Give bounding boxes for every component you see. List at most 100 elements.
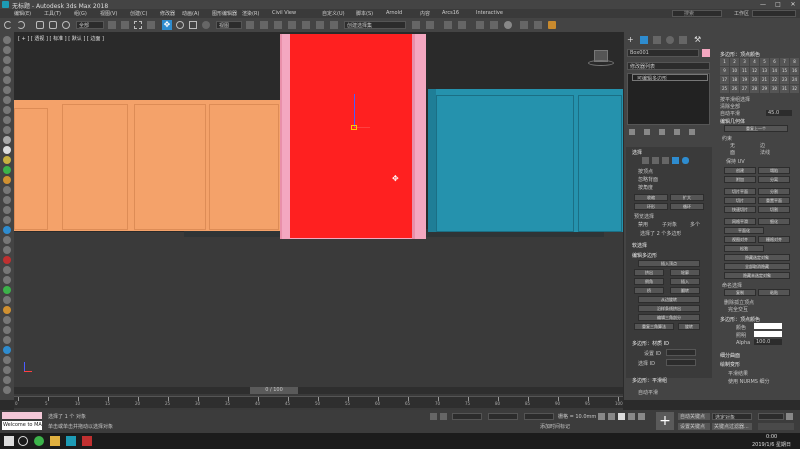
view-align-button[interactable]: 视图对齐: [724, 236, 756, 243]
align-icon[interactable]: [426, 21, 434, 29]
move-icon[interactable]: ✥: [162, 20, 172, 30]
smoothing-group-button[interactable]: 27: [740, 85, 749, 93]
left-tool-icon[interactable]: [3, 126, 11, 134]
left-tool-icon[interactable]: [3, 276, 11, 284]
search-taskbar-icon[interactable]: [18, 436, 28, 446]
smoothing-group-button[interactable]: 10: [730, 67, 739, 75]
slice-plane-button[interactable]: 切片平面: [724, 188, 756, 195]
bevel-button[interactable]: 倒角: [634, 278, 664, 285]
menu-item-4[interactable]: 创建(C): [130, 10, 147, 17]
smoothing-group-button[interactable]: 17: [720, 76, 729, 84]
copy-button[interactable]: 复制: [724, 289, 756, 296]
turn-button[interactable]: 旋转: [678, 323, 700, 330]
edit-polygons-header[interactable]: 编辑多边形: [632, 252, 657, 259]
menu-item-7[interactable]: 图形编辑器: [212, 10, 237, 17]
smoothing-group-button[interactable]: 24: [790, 76, 799, 84]
workspace-label[interactable]: 工作区: [734, 10, 749, 17]
display-tab-icon[interactable]: [679, 36, 687, 44]
left-tool-icon[interactable]: [3, 356, 11, 364]
select-id-spinner[interactable]: [666, 359, 696, 366]
smoothing-group-button[interactable]: 22: [770, 76, 779, 84]
smoothing-groups-header[interactable]: 多边形：平滑组: [632, 377, 667, 384]
rotate-icon[interactable]: [176, 21, 184, 29]
smoothing-group-button[interactable]: 8: [790, 58, 799, 66]
smoothing-group-button[interactable]: 18: [730, 76, 739, 84]
left-tool-icon[interactable]: [3, 156, 11, 164]
loop-button[interactable]: 循环: [670, 203, 704, 210]
folder-icon[interactable]: [50, 436, 60, 446]
smoothing-group-button[interactable]: 5: [760, 58, 769, 66]
smoothing-group-button[interactable]: 6: [770, 58, 779, 66]
left-tool-icon[interactable]: [3, 86, 11, 94]
rendered-frame-icon[interactable]: [534, 21, 542, 29]
subdivision-surface-header[interactable]: 细分曲面: [720, 352, 740, 359]
set-key-button[interactable]: 设置关键点: [678, 423, 710, 430]
left-tool-icon[interactable]: [3, 96, 11, 104]
left-tool-icon[interactable]: [3, 206, 11, 214]
menu-item-9[interactable]: Civil View: [272, 10, 296, 16]
collapse-button[interactable]: 塌陷: [758, 167, 790, 174]
edge-mode-icon[interactable]: [652, 157, 659, 164]
y-coordinate-field[interactable]: [488, 413, 518, 420]
smoothing-group-button[interactable]: 13: [760, 67, 769, 75]
material-editor-icon[interactable]: [504, 21, 512, 29]
retriangulate-button[interactable]: 重复三角算法: [634, 323, 674, 330]
select-manipulate-icon[interactable]: [260, 21, 268, 29]
selection-filter-dropdown[interactable]: 全部: [76, 21, 104, 29]
vertex-colors-header[interactable]: 多边形：顶点颜色: [720, 51, 760, 58]
pin-stack-icon[interactable]: [629, 129, 635, 135]
create-tab-icon[interactable]: +: [627, 36, 635, 44]
quickslice-button[interactable]: 快速切片: [724, 206, 756, 213]
smooth-result-checkbox[interactable]: 平滑结果: [728, 370, 748, 377]
left-tool-icon[interactable]: [3, 146, 11, 154]
left-tool-icon[interactable]: [3, 246, 11, 254]
auto-smooth-label-right[interactable]: 自动平滑: [720, 110, 740, 117]
remove-modifier-icon[interactable]: [674, 129, 680, 135]
hide-selected-button[interactable]: 隐藏选定对象: [724, 254, 790, 261]
select-by-sg-label[interactable]: 按平滑组选择: [720, 96, 750, 103]
key-filters-button[interactable]: 关键点过滤器...: [712, 423, 752, 430]
window-crossing-icon[interactable]: [147, 21, 155, 29]
named-selection-dropdown[interactable]: 创建选择集: [344, 21, 406, 29]
border-mode-icon[interactable]: [662, 157, 669, 164]
left-tool-icon[interactable]: [3, 326, 11, 334]
x-coordinate-field[interactable]: [452, 413, 482, 420]
left-tool-icon[interactable]: [3, 166, 11, 174]
outline-button[interactable]: 轮廓: [670, 269, 700, 276]
ignore-backfacing-checkbox[interactable]: 忽略背面: [638, 176, 658, 183]
repeat-last-button[interactable]: 重复上一个: [724, 125, 788, 132]
bind-icon[interactable]: [62, 21, 70, 29]
angle-snap-icon[interactable]: [302, 21, 310, 29]
smoothing-group-button[interactable]: 23: [780, 76, 789, 84]
minimize-icon[interactable]: —: [756, 0, 770, 9]
hide-unselected-button[interactable]: 隐藏未选定对象: [724, 272, 790, 279]
attach-button[interactable]: 附加: [724, 176, 756, 183]
menu-item-2[interactable]: 组(G): [74, 10, 87, 17]
perspective-viewport[interactable]: [ + ] [ 透视 ] [ 标准 ] [ 默认 ] [ 边面 ] ✥: [14, 32, 623, 385]
preview-off-radio[interactable]: 禁用: [638, 221, 648, 228]
current-frame-field[interactable]: [758, 413, 784, 420]
paste-button[interactable]: 粘贴: [758, 289, 790, 296]
keyboard-shortcut-icon[interactable]: [274, 21, 282, 29]
soft-selection-header[interactable]: 软选择: [632, 242, 647, 249]
by-angle-checkbox[interactable]: 按角度: [638, 184, 653, 191]
orange-cabinet[interactable]: [14, 100, 281, 231]
menu-item-1[interactable]: 工具(T): [44, 10, 61, 17]
set-key-icon[interactable]: +: [656, 412, 674, 430]
smoothing-group-button[interactable]: 11: [740, 67, 749, 75]
smoothing-group-button[interactable]: 30: [770, 85, 779, 93]
left-tool-icon[interactable]: [3, 376, 11, 384]
preview-multi-radio[interactable]: 多个: [690, 221, 700, 228]
time-slider-track[interactable]: [14, 387, 623, 394]
teal-cabinet[interactable]: [428, 89, 623, 232]
select-id-label[interactable]: 选择 ID: [638, 360, 655, 367]
hierarchy-tab-icon[interactable]: [653, 36, 661, 44]
viewport-label[interactable]: [ + ] [ 透视 ] [ 标准 ] [ 默认 ] [ 边面 ]: [18, 35, 104, 42]
left-tool-icon[interactable]: [3, 76, 11, 84]
left-tool-icon[interactable]: [3, 176, 11, 184]
smoothing-group-button[interactable]: 2: [730, 58, 739, 66]
polygon-mode-icon[interactable]: [672, 157, 679, 164]
redo-icon[interactable]: [17, 21, 25, 29]
illumination-swatch[interactable]: [754, 331, 782, 337]
time-config-icon[interactable]: [786, 413, 793, 420]
